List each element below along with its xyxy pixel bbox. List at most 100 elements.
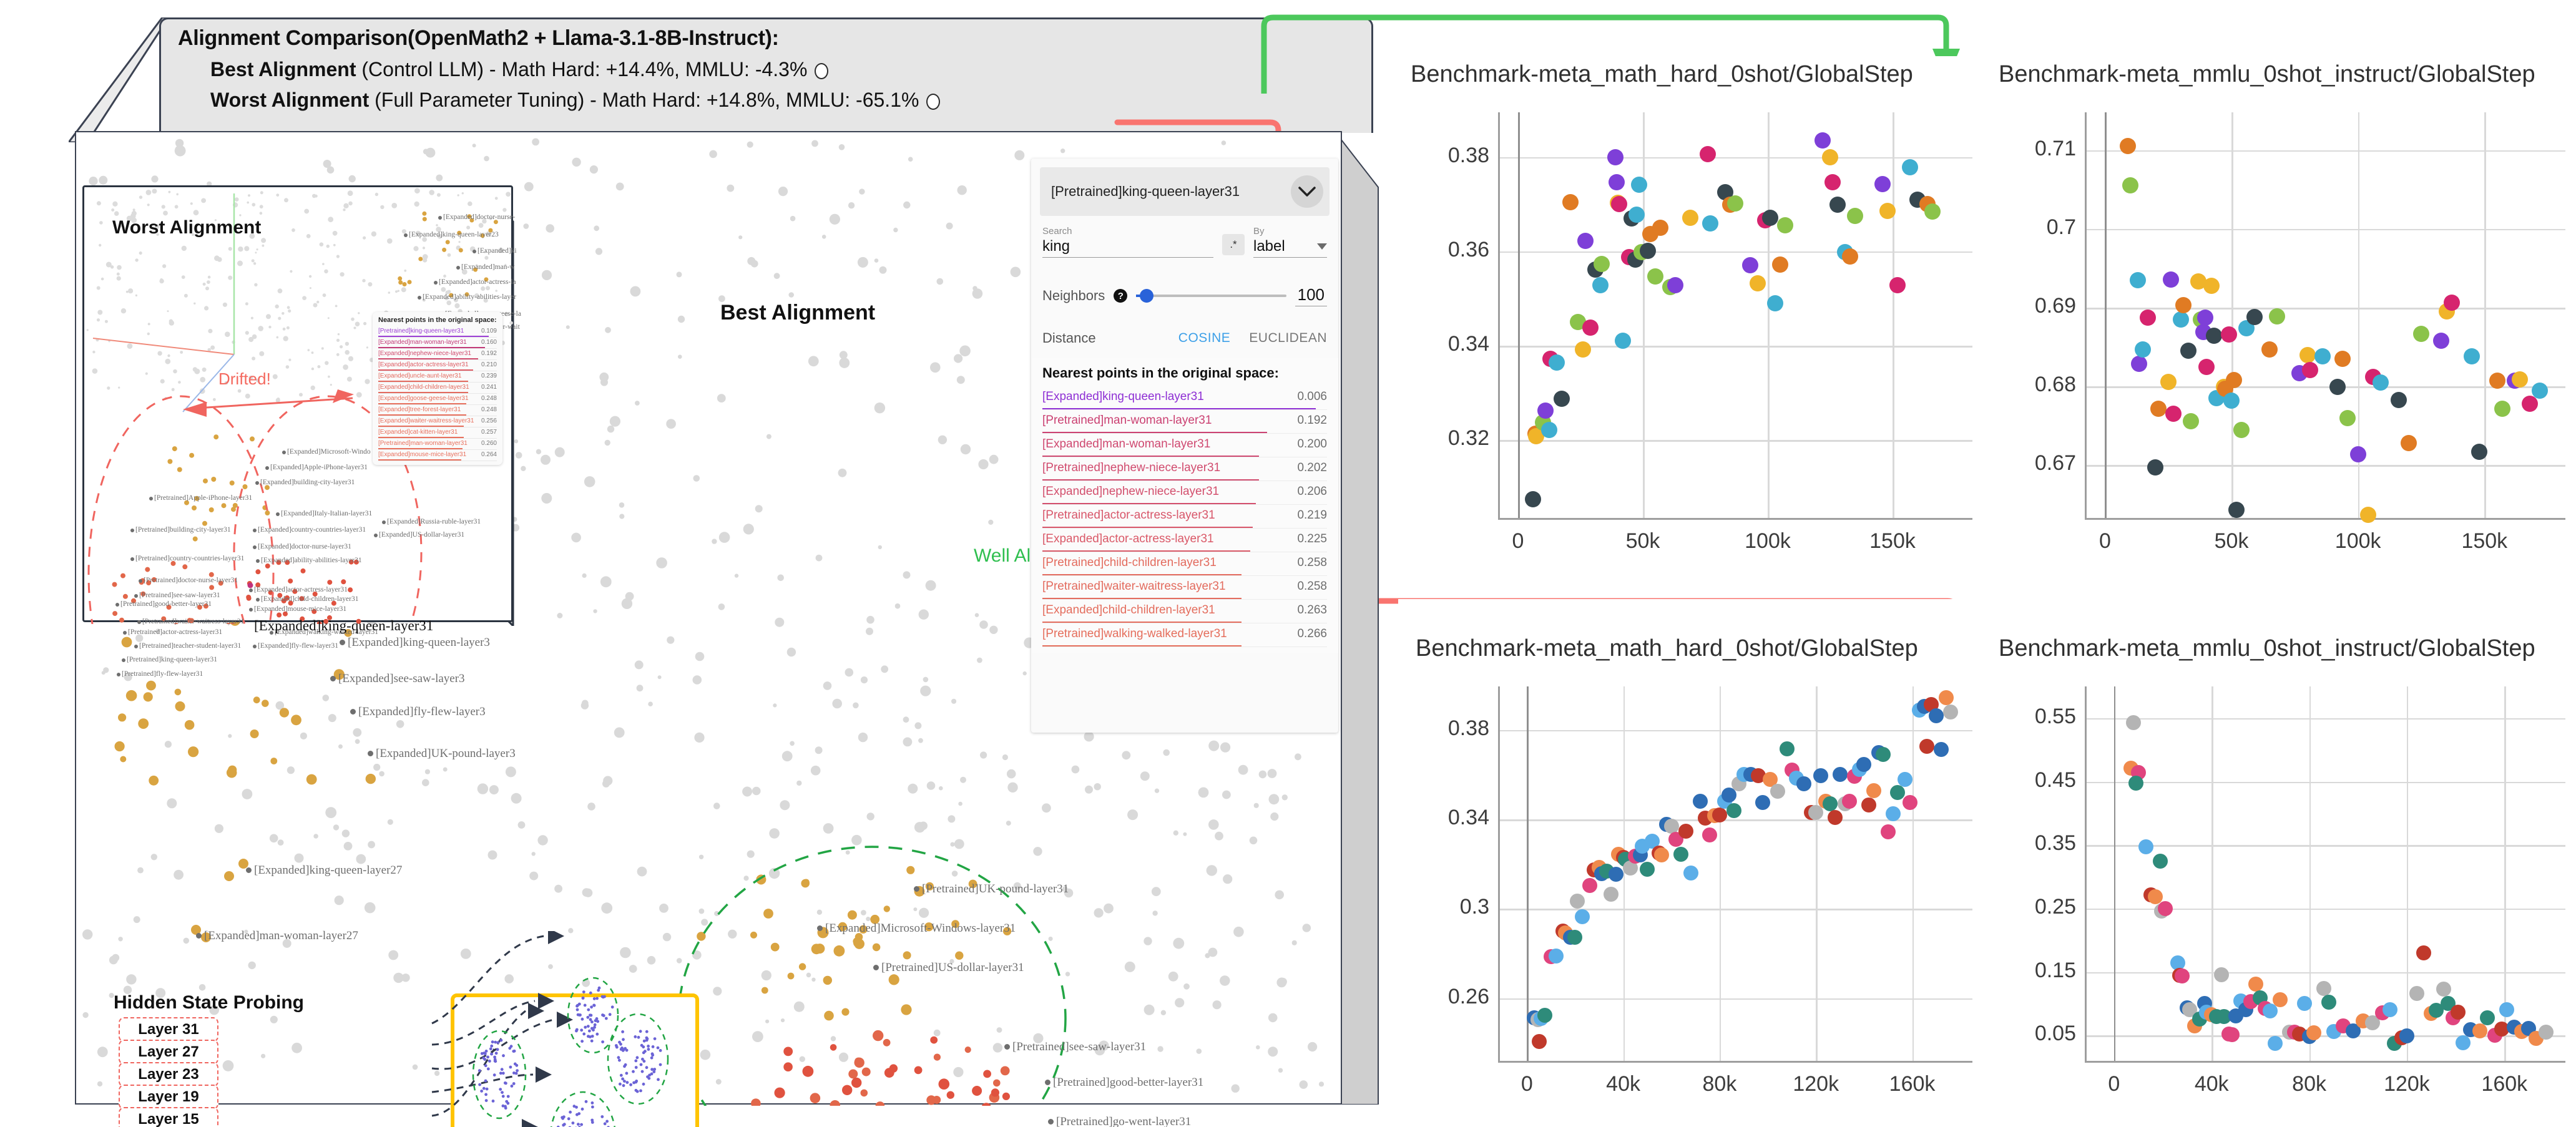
projector-point-label[interactable]: [Pretrained]king-queen-layer31 bbox=[127, 656, 217, 663]
inset-nearest-row[interactable]: [Expanded]mouse-mice-layer310.264 bbox=[378, 450, 497, 461]
slider-knob[interactable] bbox=[1140, 289, 1153, 303]
projector-point-label[interactable]: [Pretrained]UK-pound-layer31 bbox=[922, 882, 1069, 896]
nearest-point-row[interactable]: [Pretrained]waiter-waitress-layer310.258 bbox=[1042, 576, 1327, 600]
nearest-point-row[interactable]: [Pretrained]walking-walked-layer310.266 bbox=[1042, 623, 1327, 647]
search-by-field[interactable]: By label bbox=[1253, 226, 1327, 258]
inset-nearest-row[interactable]: [Expanded]uncle-aunt-layer310.239 bbox=[378, 371, 497, 383]
projector-point-label[interactable]: [Expanded]ability-abilities-layer31 bbox=[261, 557, 362, 564]
nearest-point-row[interactable]: [Expanded]child-children-layer310.263 bbox=[1042, 600, 1327, 623]
projector-point-label[interactable]: [Pretrained]teacher-student-layer31 bbox=[139, 642, 241, 650]
projector-canvas[interactable]: Best Alignment Well Aligned! [Expanded]g… bbox=[75, 131, 1342, 1105]
projector-point-label[interactable]: [Pretrained]see-saw-layer31 bbox=[1012, 1040, 1146, 1054]
projector-point-label[interactable]: [Expanded]doctor-nurse-layer31 bbox=[258, 543, 351, 550]
projector-point-label[interactable]: [Pretrained]good-better-layer31 bbox=[120, 600, 212, 608]
projector-point-label[interactable]: [Expanded]man-w bbox=[461, 263, 515, 271]
projector-point-label[interactable]: [Expanded]king-queen-layer27 bbox=[254, 864, 402, 877]
nearest-point-row[interactable]: [Pretrained]nephew-niece-layer310.202 bbox=[1042, 457, 1327, 481]
inset-nearest-row[interactable]: [Expanded]cat-kitten-layer310.257 bbox=[378, 427, 497, 439]
x-gridline bbox=[1816, 686, 1818, 1061]
nearest-point-row[interactable]: [Expanded]man-woman-layer310.200 bbox=[1042, 434, 1327, 457]
nearest-point-row[interactable]: [Pretrained]man-woman-layer310.192 bbox=[1042, 410, 1327, 434]
projector-point-label[interactable]: [Expanded]Russia-ruble-layer31 bbox=[387, 518, 481, 525]
search-field[interactable]: Search king bbox=[1042, 226, 1213, 258]
projector-point-label[interactable]: [Expanded]king-queen-layer3 bbox=[348, 636, 490, 650]
caret-down-icon bbox=[1317, 243, 1327, 250]
neighbors-slider[interactable] bbox=[1136, 290, 1286, 301]
projector-point-label[interactable]: [Expanded]Italy-Italian-layer31 bbox=[281, 510, 372, 517]
projector-point-label[interactable]: [Pretrained]actor-actress-layer31 bbox=[128, 628, 222, 636]
plot-area[interactable] bbox=[2085, 686, 2565, 1061]
projector-point-label[interactable]: [Expanded]child-children-layer31 bbox=[261, 595, 358, 603]
nearest-point-row[interactable]: [Expanded]king-queen-layer310.006 bbox=[1042, 386, 1327, 410]
nearest-point-row[interactable]: [Pretrained]child-children-layer310.258 bbox=[1042, 552, 1327, 576]
help-icon[interactable]: ? bbox=[1114, 289, 1127, 303]
projector-point-label[interactable]: [Expanded]building-city-layer31 bbox=[260, 479, 355, 486]
nearest-point-row[interactable]: [Expanded]actor-actress-layer310.225 bbox=[1042, 529, 1327, 552]
search-input[interactable]: king bbox=[1042, 238, 1213, 258]
neighbors-value[interactable]: 100 bbox=[1295, 285, 1327, 306]
projector-point-label[interactable]: [Expanded]mouse-mice-layer31 bbox=[254, 605, 346, 613]
nearest-point-label: [Pretrained]child-children-layer31 bbox=[1042, 556, 1217, 570]
scatter-point bbox=[1682, 210, 1698, 226]
projector-point-label[interactable]: [Expanded]man-woman-layer27 bbox=[204, 929, 358, 943]
projector-point-label[interactable]: [Expanded]king-queen-layer23 bbox=[409, 231, 499, 238]
inset-nearest-row[interactable]: [Expanded]child-children-layer310.241 bbox=[378, 383, 497, 394]
projector-point-label[interactable]: [Pretrained]good-better-layer31 bbox=[1053, 1076, 1203, 1090]
by-select[interactable]: label bbox=[1253, 238, 1327, 258]
regex-toggle-button[interactable]: .* bbox=[1222, 234, 1245, 255]
inset-nearest-value: 0.241 bbox=[475, 384, 497, 391]
plot-area[interactable] bbox=[1498, 112, 1972, 518]
projector-point-label[interactable]: [Expanded]ability-abilities-layer bbox=[423, 293, 516, 301]
chevron-down-icon[interactable] bbox=[1291, 175, 1323, 208]
inset-nearest-row[interactable]: [Expanded]waiter-waitress-layer310.256 bbox=[378, 416, 497, 427]
projector-point-label[interactable]: [Pretrained]see-saw-layer31 bbox=[139, 592, 220, 599]
plot-area[interactable] bbox=[1498, 686, 1972, 1061]
inset-nearest-row[interactable]: [Expanded]nephew-niece-layer310.192 bbox=[378, 349, 497, 360]
projector-point-label[interactable]: [Pretrained]go-went-layer31 bbox=[1056, 1115, 1191, 1127]
inset-nearest-row[interactable]: [Expanded]actor-actress-layer310.210 bbox=[378, 360, 497, 371]
projector-point-label[interactable]: [Expanded]UK-pound-layer3 bbox=[376, 747, 516, 761]
plot-area[interactable] bbox=[2085, 112, 2565, 518]
inset-nearest-row[interactable]: [Expanded]man-woman-layer310.160 bbox=[378, 338, 497, 349]
layer-box-layer27[interactable]: Layer 27 bbox=[119, 1040, 218, 1065]
layer-box-layer23[interactable]: Layer 23 bbox=[119, 1062, 218, 1087]
inset-nearest-row[interactable]: [Pretrained]king-queen-layer310.109 bbox=[378, 326, 497, 338]
inset-nearest-row[interactable]: [Pretrained]man-woman-layer310.260 bbox=[378, 439, 497, 450]
projector-point-label[interactable]: [Expanded]doctor-nurse- bbox=[443, 213, 515, 221]
inset-nearest-row[interactable]: [Expanded]goose-geese-layer310.248 bbox=[378, 394, 497, 405]
projector-point-label[interactable]: [Pretrained]US-dollar-layer31 bbox=[881, 961, 1024, 975]
projector-point-label[interactable]: [Expanded]country-countries-layer31 bbox=[258, 526, 366, 534]
projector-point-label[interactable]: [Expanded]actor-actress-la bbox=[439, 278, 516, 286]
y-tick-label: 0.34 bbox=[1404, 332, 1489, 356]
layer-box-layer15[interactable]: Layer 15 bbox=[119, 1107, 218, 1127]
projector-point-label[interactable]: [Expanded]Apple-iPhone-layer31 bbox=[270, 464, 368, 471]
projector-point-label[interactable]: [Expanded]see-saw-layer3 bbox=[338, 672, 465, 686]
projector-point-label[interactable]: [Pretrained]waiter-waitress-layer31 bbox=[142, 618, 244, 625]
projector-point-label[interactable]: [Pretrained]fly-flew-layer31 bbox=[122, 670, 203, 678]
projector-point-label[interactable]: [Expanded]actor-actress-layer31 bbox=[254, 586, 348, 593]
projector-point-label[interactable]: [Expanded]fly-flew-layer31 bbox=[258, 642, 338, 650]
projector-point-label[interactable]: [Expanded]fly-flew-layer3 bbox=[358, 705, 486, 719]
projector-point-label[interactable]: [Pretrained]Apple-iPhone-layer31 bbox=[154, 494, 252, 502]
layer-box-layer31[interactable]: Layer 31 bbox=[119, 1017, 218, 1042]
scatter-point bbox=[2183, 413, 2199, 429]
scatter-point bbox=[2261, 341, 2278, 358]
projector-point-label[interactable]: [Pretrained]doctor-nurse-layer31 bbox=[144, 577, 238, 584]
projector-point-label[interactable]: [Pretrained]building-city-layer31 bbox=[135, 526, 231, 534]
selected-point-select[interactable]: [Pretrained]king-queen-layer31 bbox=[1040, 167, 1330, 216]
projector-point-label[interactable]: [Expanded]Microsoft-Windo bbox=[287, 448, 371, 456]
projector-point-label[interactable]: [Expanded]ki bbox=[477, 247, 517, 255]
scatter-point bbox=[1562, 194, 1579, 210]
distance-option-cosine[interactable]: COSINE bbox=[1178, 331, 1231, 346]
layer-box-layer19[interactable]: Layer 19 bbox=[119, 1085, 218, 1110]
y-axis-line bbox=[1498, 112, 1500, 518]
projector-point-label[interactable]: [Expanded]US-dollar-layer31 bbox=[379, 531, 464, 539]
nearest-point-label: [Pretrained]man-woman-layer31 bbox=[1042, 414, 1212, 427]
distance-option-euclidean[interactable]: EUCLIDEAN bbox=[1249, 331, 1327, 346]
nearest-point-row[interactable]: [Pretrained]actor-actress-layer310.219 bbox=[1042, 505, 1327, 529]
projector-point-label[interactable]: [Pretrained]country-countries-layer31 bbox=[135, 555, 244, 562]
inset-nearest-row[interactable]: [Expanded]tree-forest-layer310.248 bbox=[378, 405, 497, 416]
scatter-point bbox=[1814, 132, 1831, 149]
inset-face[interactable]: Worst Alignment Drifted! [Expanded]docto… bbox=[82, 185, 513, 622]
nearest-point-row[interactable]: [Expanded]nephew-niece-layer310.206 bbox=[1042, 481, 1327, 505]
